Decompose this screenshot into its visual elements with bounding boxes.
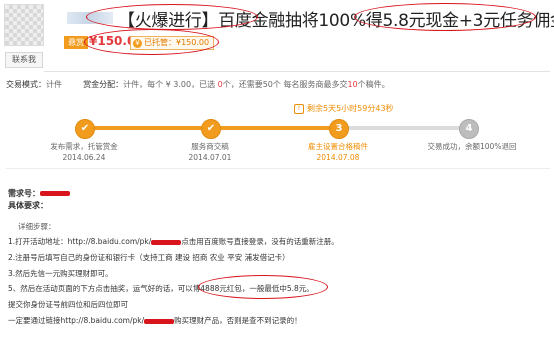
detail-line-3: 3.然后先信一元购买理财即可。 (8, 269, 113, 278)
step-node-3: 3 (329, 119, 349, 139)
detail-line-7-prefix: 一定要通过链接http://8.baidu.com/pk/ (8, 316, 145, 325)
detail-line-2: 2.注册号后填写自己的身份证和银行卡（支持工商 建设 招商 农业 平安 浦发借记… (8, 253, 290, 262)
distribution-suffix: 个稿件。 (357, 80, 390, 89)
redaction-mark (40, 191, 70, 196)
step-label-4: 交易成功，余额100%退回 (427, 142, 517, 151)
step-date-1: 2014.06.24 (62, 153, 106, 162)
steps-heading: 详细步骤： (18, 222, 56, 231)
detail-line-1: 1.打开活动地址：http://8.baidu.com/pk/点击用百度账号直接… (8, 236, 339, 247)
trade-mode-value: 计件 (46, 80, 62, 89)
countdown-prefix: 剩余 (307, 104, 323, 113)
countdown-value: 5天5小时59分43秒 (323, 104, 394, 113)
detail-line-6: 提交你身份证号前四位和后四位即可 (8, 300, 128, 309)
annotation-circle-price (84, 29, 219, 55)
countdown: ! 剩余5天5小时59分43秒 (294, 103, 394, 114)
clock-icon: ! (294, 103, 304, 114)
requirement-number-label: 需求号： (8, 189, 40, 198)
detail-line-1-prefix: 1.打开活动地址：http://8.baidu.com/pk/ (8, 237, 152, 246)
annotation-circle-title-left (86, 4, 258, 30)
redaction-mark (151, 239, 182, 245)
step-node-1: ✔ (75, 119, 95, 139)
detail-line-1-suffix: 点击用百度账号直接登录，没有的话重新注册。 (181, 237, 339, 246)
detail-line-7-suffix: 购买理财产品，否则是查不到记录的！ (174, 316, 302, 325)
divider-2 (6, 168, 550, 169)
step-date-2: 2014.07.01 (188, 153, 232, 162)
distribution-max: 10 (347, 80, 358, 89)
step-label-1: 发布需求，托管赏金 (50, 142, 118, 151)
requirement-number: 需求号： (8, 188, 70, 199)
redaction-mark (144, 318, 175, 324)
distribution-mid: 个，还需要50个 每名服务商最多交 (222, 80, 348, 89)
divider (44, 71, 550, 72)
step-node-2: ✔ (201, 119, 221, 139)
spec-heading: 具体要求： (8, 201, 48, 210)
step-label-2: 服务商交稿 (191, 142, 229, 151)
trade-info-row: 交易模式：计件 赏金分配：计件，每个 ¥ 3.00，已选 0个，还需要50个 每… (6, 79, 390, 90)
trade-mode-label: 交易模式： (6, 80, 46, 89)
annotation-circle-bonus (198, 275, 328, 299)
detail-line-5-prefix: 5、然后在活动页面的下方点击抽奖，运气好的话，可以 (8, 284, 193, 293)
distribution-label: 赏金分配： (83, 80, 124, 89)
step-node-4: 4 (459, 119, 479, 139)
detail-line-7: 一定要通过链接http://8.baidu.com/pk/购买理财产品，否则是查… (8, 315, 302, 326)
step-date-3: 2014.07.08 (316, 153, 360, 162)
contact-button[interactable]: 联系我 (5, 52, 43, 68)
annotation-circle-title-right (354, 3, 536, 31)
step-label-3: 雇主设置合格稿件 (308, 142, 368, 151)
distribution-prefix: 计件，每个 ¥ 3.00，已选 (123, 80, 218, 89)
avatar[interactable] (4, 4, 44, 46)
